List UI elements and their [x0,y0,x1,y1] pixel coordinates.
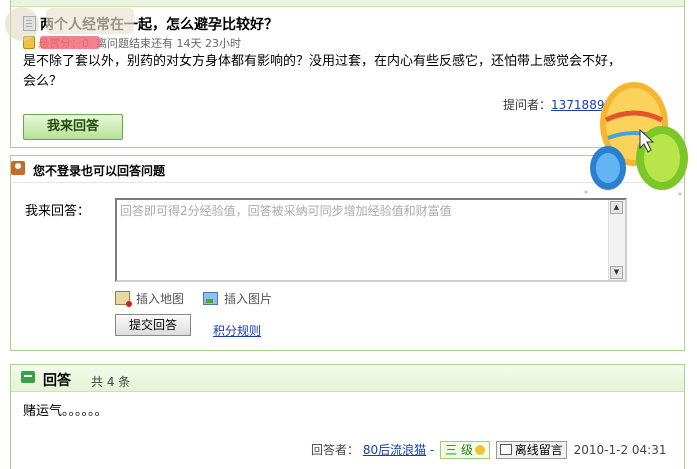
answer-textarea[interactable] [117,200,611,280]
answer-time: 2010-1-2 04:31 [573,443,667,457]
submit-answer-button[interactable]: 提交回答 [115,314,191,336]
level-badge[interactable]: 三 级 [440,441,490,459]
insert-map-button[interactable]: 插入地图 [115,290,184,307]
answerer-link[interactable]: 80后流浪猫 [363,443,426,457]
points-rules-link[interactable]: 积分规则 [213,322,261,339]
answer-textarea-box: ▲ ▼ [115,198,627,282]
mail-icon [499,444,512,455]
star-icon [474,445,485,455]
question-panel: 两个人经常在一起，怎么避孕比较好？ 悬赏分：0 离问题结束还有 14天 23小时… [10,0,685,148]
answer-form-header: 您不登录也可以回答问题 [11,156,684,183]
answer-label: 我来回答： [25,204,91,219]
answerer-info: 回答者： 80后流浪猫 - 三 级 离线留言 2010-1-2 04:31 [311,441,667,459]
scroll-up-icon[interactable]: ▲ [610,201,623,214]
panel-top-strip [11,0,684,7]
question-title: 两个人经常在一起，怎么避孕比较好？ [23,14,278,34]
remaining-time: 离问题结束还有 14天 23小时 [96,37,241,50]
answer-button[interactable]: 我来回答 [23,114,123,140]
answer-text: 赌运气。。。。。。 [23,404,108,419]
textarea-scrollbar[interactable]: ▲ ▼ [608,200,625,280]
question-meta: 悬赏分：0 离问题结束还有 14天 23小时 [23,35,241,51]
image-icon [203,292,218,305]
answers-count: 共 4 条 [91,375,131,389]
bounty-icon [23,36,35,49]
answers-panel: 回答 共 4 条 赌运气。。。。。。 回答者： 80后流浪猫 - 三 级 离线留… [10,364,685,469]
answer-form-panel: 您不登录也可以回答问题 我来回答： ▲ ▼ 插入地图 插入图片 提交回答 积分规… [10,155,685,351]
asker-info: 提问者：13718897 [503,98,613,112]
answers-header: 回答 共 4 条 [11,365,684,392]
chat-icon [21,371,35,383]
document-icon [23,16,36,31]
scroll-down-icon[interactable]: ▼ [610,266,623,279]
asker-link[interactable]: 13718897 [551,98,612,112]
map-icon [115,291,132,307]
question-body: 是不除了套以外，别药的对女方身体都有影响的？没用过套，在内心有些反感它，还怕带上… [23,54,622,89]
user-icon [11,161,25,175]
insert-image-button[interactable]: 插入图片 [203,290,272,307]
offline-message-button[interactable]: 离线留言 [495,441,567,459]
